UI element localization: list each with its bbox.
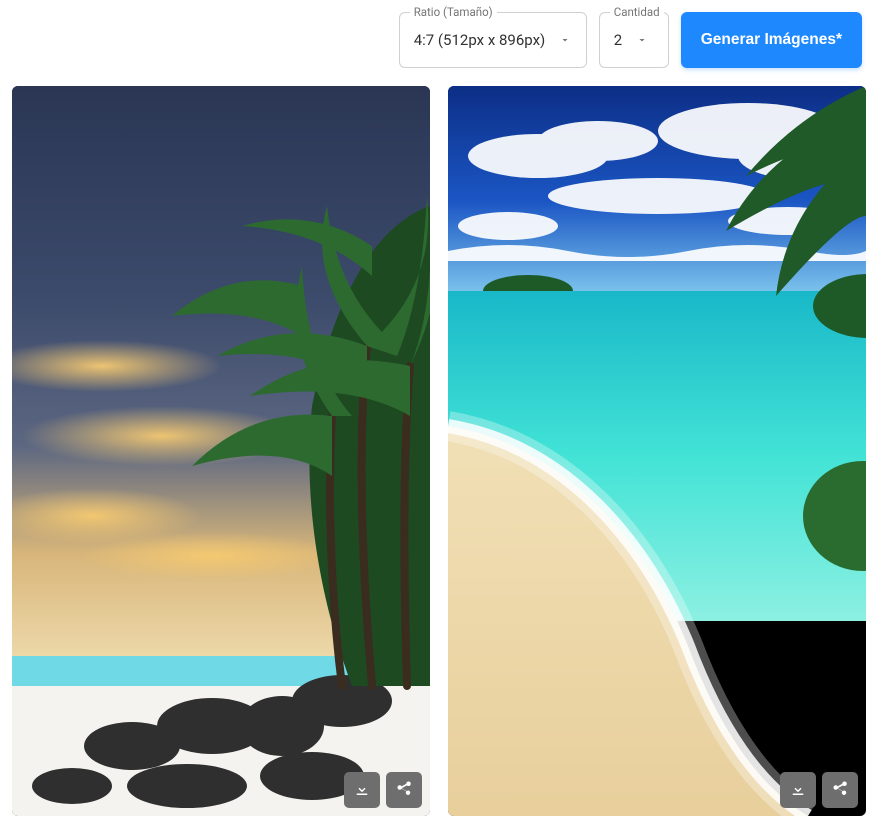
generated-image [12, 86, 430, 816]
download-button[interactable] [780, 772, 816, 808]
generated-image [448, 86, 866, 816]
image-card [12, 86, 430, 816]
image-actions [780, 772, 858, 808]
image-gallery [12, 86, 872, 816]
quantity-label: Cantidad [610, 5, 664, 19]
download-icon [353, 780, 371, 801]
ratio-select[interactable]: Ratio (Tamaño) 4:7 (512px x 896px) [399, 12, 587, 68]
share-button[interactable] [386, 772, 422, 808]
ratio-label: Ratio (Tamaño) [410, 5, 497, 19]
share-icon [395, 780, 413, 801]
caret-down-icon [555, 30, 575, 50]
ratio-value: 4:7 (512px x 896px) [414, 31, 546, 49]
share-button[interactable] [822, 772, 858, 808]
caret-down-icon [632, 30, 652, 50]
toolbar: Ratio (Tamaño) 4:7 (512px x 896px) Canti… [12, 12, 872, 68]
image-actions [344, 772, 422, 808]
quantity-value: 2 [614, 31, 622, 49]
image-card [448, 86, 866, 816]
download-button[interactable] [344, 772, 380, 808]
share-icon [831, 780, 849, 801]
generate-button[interactable]: Generar Imágenes* [681, 12, 862, 68]
download-icon [789, 780, 807, 801]
quantity-select[interactable]: Cantidad 2 [599, 12, 669, 68]
